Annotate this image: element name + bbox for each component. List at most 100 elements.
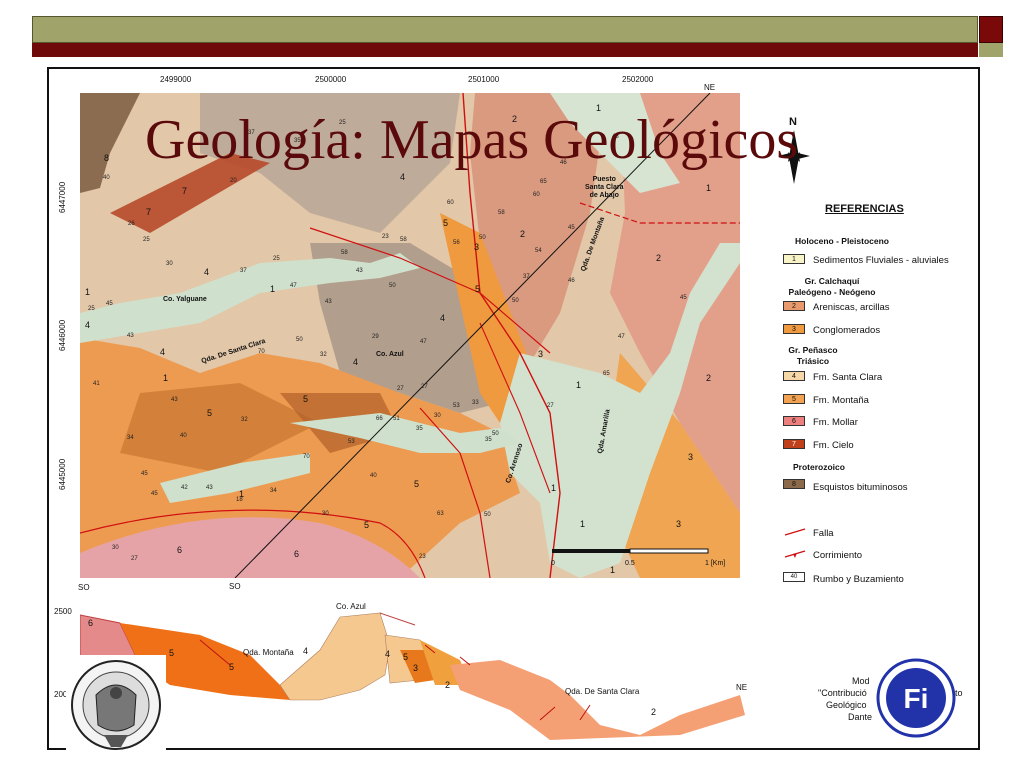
scale-bar [629,548,709,554]
dip-label: 42 [181,485,188,491]
place-label: Co. Yalguane [163,296,207,303]
unit-label: 8 [104,153,110,163]
legend-item-label: Fm. Mollar [813,417,858,428]
dip-label: 43 [356,268,363,274]
y-coord: 6445000 [58,458,67,490]
header-olive-bar [32,16,978,43]
scale-label: 0 [551,560,555,567]
unit-label: 7 [182,186,188,196]
credit-line: Mod [852,676,870,686]
dip-label: 20 [230,178,237,184]
dip-label: 37 [523,274,530,280]
legend-symbol-label: Rumbo y Buzamiento [813,574,904,585]
dip-label: 30 [166,261,173,267]
place-label: Co. Azul [376,351,404,358]
legend-item-label: Areniscas, arcillas [813,302,890,313]
dip-label: 27 [421,384,428,390]
dip-label: 50 [389,283,396,289]
legend-swatch: 3 [783,324,805,334]
dip-label: 43 [171,397,178,403]
dip-label: 32 [320,352,327,358]
dip-label: 33 [472,400,479,406]
dip-label: 51 [393,416,400,422]
section-unit-label: 2 [651,707,657,717]
legend-item-label: Sedimentos Fluviales - aluviales [813,255,949,266]
unit-label: 3 [538,349,544,359]
credit-line: Geológico [826,700,867,710]
dip-label: 40 [180,433,187,439]
legend-swatch: 40 [783,572,805,582]
slide-title: Geología: Mapas Geológicos [145,109,799,171]
credit-line: to [955,688,963,698]
x-coord: 2500000 [315,75,347,84]
dip-label: 41 [93,381,100,387]
dip-label: 47 [420,339,427,345]
y-coord: 6446000 [58,319,67,351]
dip-label: 30 [322,511,329,517]
dip-label: 34 [270,488,277,494]
legend-swatch: 1 [783,254,805,264]
dip-label: 23 [419,554,426,560]
profile-end-so: SO [229,582,241,591]
dip-label: 45 [568,225,575,231]
legend-item-label: Fm. Montaña [813,395,869,406]
unit-label: 2 [656,253,662,263]
unit-label: 2 [706,373,712,383]
dip-label: 18 [236,497,243,503]
dip-label: 65 [603,371,610,377]
unit-label: 1 [576,380,582,390]
unit-label: 6 [177,545,183,555]
section-label: Qda. De Santa Clara [565,687,640,696]
dip-label: 65 [540,179,547,185]
legend-swatch: 2 [783,301,805,311]
section-unit-label: 5 [229,662,235,672]
dip-label: 35 [416,426,423,432]
dip-label: 25 [143,237,150,243]
unit-label: 1 [610,565,616,575]
dip-label: 58 [400,237,407,243]
dip-label: 40 [103,175,110,181]
dip-label: 47 [290,283,297,289]
dip-label: 43 [325,299,332,305]
dip-label: 60 [533,192,540,198]
unit-label: 4 [400,172,406,182]
legend-swatch: 7 [783,439,805,449]
unit-label: 7 [146,207,152,217]
dip-label: 70 [258,349,265,355]
dip-label: 40 [370,473,377,479]
dip-label: 53 [348,439,355,445]
legend-swatch: 4 [783,371,805,381]
dip-label: 63 [437,511,444,517]
dip-label: 43 [206,485,213,491]
legend-group-heading: Proterozoico [793,462,845,472]
section-end-ne: NE [736,683,748,692]
dip-label: 50 [296,337,303,343]
unit-label: 5 [414,479,420,489]
scale-label: 0.5 [625,560,635,567]
legend-item-label: Esquistos bituminosos [813,482,908,493]
unit-label: 4 [353,357,359,367]
unit-label: 5 [364,520,370,530]
falla-symbol-icon [784,528,806,536]
dip-label: 34 [127,435,134,441]
unit-label: 3 [676,519,682,529]
y-coord: 6447000 [58,181,67,213]
scale-bar [552,549,630,553]
unit-label: 3 [688,452,694,462]
unit-label: 1 [270,284,276,294]
unit-label: 1 [580,519,586,529]
header-olive-square [979,43,1003,57]
section-unit-label: 3 [413,663,419,673]
legend-title: REFERENCIAS [825,203,904,215]
dip-label: 70 [303,454,310,460]
unit-label: 3 [474,242,480,252]
ufi-logo: Fi [876,658,956,738]
legend-group-heading: Gr. Calchaquí Paleógeno - Neógeno [788,276,876,297]
section-label: Qda. Montaña [243,648,294,657]
legend-symbol-label: Falla [813,528,834,539]
dip-label: 45 [106,301,113,307]
dip-label: 30 [434,413,441,419]
dip-label: 45 [680,295,687,301]
legend-item-label: Fm. Santa Clara [813,372,883,383]
dip-label: 45 [151,491,158,497]
